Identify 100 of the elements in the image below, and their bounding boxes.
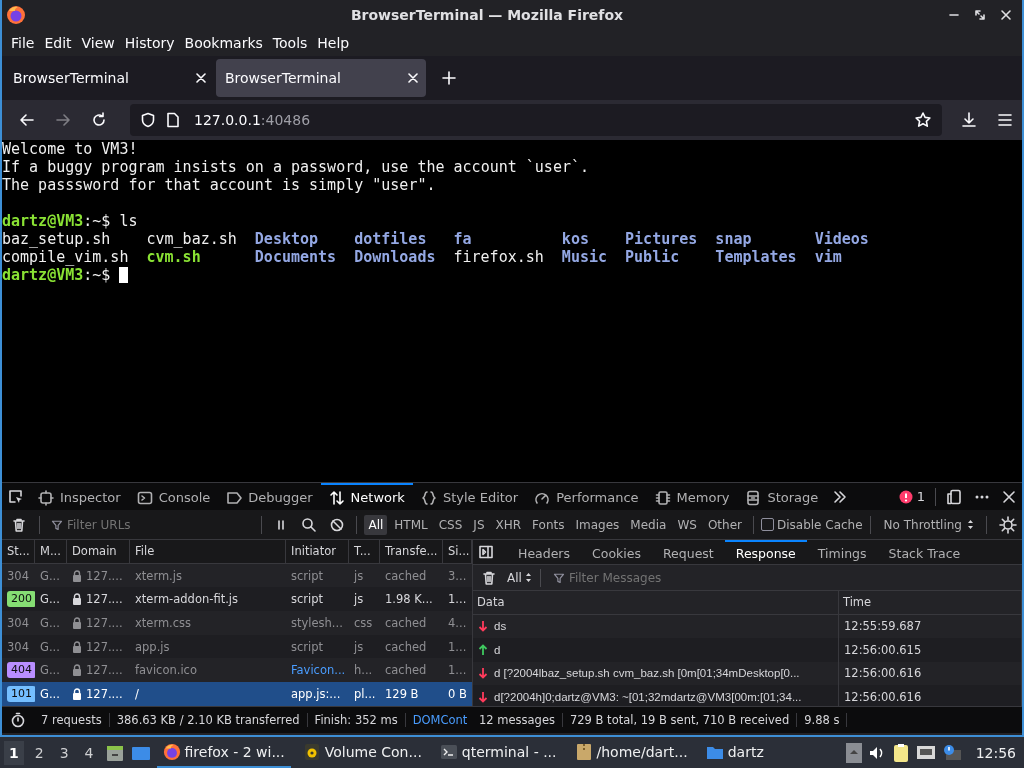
devtools-tab[interactable]: Performance — [526, 483, 647, 510]
error-count[interactable]: 1 — [892, 489, 931, 504]
column-header[interactable]: Time — [839, 591, 1022, 615]
trash-icon[interactable] — [11, 516, 27, 533]
menu-item[interactable]: Tools — [267, 35, 313, 51]
terminal-screen[interactable] — [2, 140, 1022, 482]
taskbar-task[interactable]: /home/dart... — [568, 737, 694, 768]
filter-icon — [51, 518, 63, 531]
disable-cache-checkbox[interactable]: Disable Cache — [760, 517, 863, 532]
element-picker-icon[interactable] — [8, 488, 24, 505]
firefox-icon[interactable] — [162, 742, 181, 761]
devtools-tab[interactable]: Debugger — [218, 483, 321, 510]
clipboard-icon[interactable] — [891, 742, 910, 763]
menu-item[interactable]: View — [76, 35, 120, 51]
message-type-select[interactable]: All — [507, 570, 532, 585]
method-cell: G... — [40, 615, 60, 630]
column-header[interactable]: Data — [473, 591, 839, 615]
close-icon[interactable] — [1000, 9, 1012, 21]
taskbar-task[interactable]: dartz — [699, 737, 770, 768]
reload-icon[interactable] — [90, 111, 108, 129]
type-filter-button[interactable]: All — [364, 514, 388, 535]
filter-field[interactable]: Filter URLs — [67, 517, 251, 532]
search-icon[interactable] — [301, 516, 318, 533]
column-header[interactable]: Domain — [67, 540, 130, 564]
detail-tab[interactable]: Stack Trace — [877, 540, 972, 564]
browser-tab[interactable]: BrowserTerminal — [216, 59, 426, 97]
column-header[interactable]: M... — [35, 540, 67, 564]
workspace-button[interactable]: 3 — [54, 740, 74, 765]
new-tab-icon[interactable] — [442, 71, 456, 85]
taskbar-task[interactable]: firefox - 2 wi... — [156, 737, 291, 768]
transferred-cell: cached — [385, 663, 427, 678]
workspace-button[interactable]: 1 — [4, 740, 24, 765]
type-filter-button[interactable]: Media — [626, 514, 671, 535]
detail-tab[interactable]: Headers — [507, 540, 582, 564]
type-filter-button[interactable]: WS — [673, 514, 701, 535]
menu-item[interactable]: File — [6, 35, 40, 51]
panel-toggle-icon[interactable] — [479, 545, 493, 559]
star-icon[interactable] — [914, 111, 932, 129]
menu-item[interactable]: History — [119, 35, 180, 51]
stopwatch-icon[interactable] — [10, 712, 26, 728]
column-header[interactable]: File — [130, 540, 286, 564]
back-icon[interactable] — [18, 111, 36, 129]
column-header[interactable]: St... — [2, 540, 35, 564]
notification-icon[interactable] — [941, 743, 962, 762]
menu-item[interactable]: Edit — [39, 35, 77, 51]
status-text: 7 requests — [34, 713, 110, 727]
taskbar-task[interactable]: Volume Con... — [296, 737, 428, 768]
type-filter-button[interactable]: CSS — [434, 514, 467, 535]
type-cell: js — [354, 639, 364, 654]
initiator-cell: script — [291, 568, 324, 583]
file-name: firefox.sh — [453, 248, 545, 266]
devtools-tab[interactable]: Console — [128, 483, 219, 510]
throttling-select[interactable]: No Throttling — [883, 517, 962, 532]
status-link[interactable]: DOMCont — [405, 713, 468, 727]
type-filter-button[interactable]: Other — [703, 514, 746, 535]
network-icon[interactable] — [915, 743, 936, 762]
column-header[interactable]: Initiator — [286, 540, 349, 564]
block-icon[interactable] — [330, 517, 345, 532]
detail-tab[interactable]: Response — [724, 540, 807, 564]
devtools-tab[interactable]: Storage — [737, 483, 827, 510]
firefox-logo[interactable] — [6, 5, 26, 25]
type-filter-button[interactable]: Fonts — [528, 514, 569, 535]
file-name: Videos — [814, 230, 870, 248]
workspace-button[interactable]: 2 — [29, 740, 49, 765]
detail-tab[interactable]: Cookies — [581, 540, 652, 564]
file-name: cvm_baz.sh — [146, 230, 238, 248]
responsive-icon[interactable] — [946, 488, 962, 505]
type-filter-button[interactable]: XHR — [491, 514, 526, 535]
workspace-button[interactable]: 4 — [79, 740, 99, 765]
menu-item[interactable]: Bookmarks — [179, 35, 268, 51]
close-icon[interactable] — [1002, 489, 1016, 504]
download-icon[interactable] — [960, 111, 978, 129]
status-code: 304 — [7, 639, 29, 654]
type-filter-button[interactable]: Images — [571, 514, 624, 535]
type-filter-button[interactable]: HTML — [390, 514, 432, 535]
chevrons-icon[interactable] — [832, 488, 849, 505]
type-filter-button[interactable]: JS — [469, 514, 489, 535]
menu-item[interactable]: Help — [312, 35, 355, 51]
restore-icon[interactable] — [974, 9, 986, 21]
browser-tab[interactable]: BrowserTerminal — [4, 59, 214, 97]
devtools-tab[interactable]: Memory — [646, 483, 738, 510]
tray-expand-icon[interactable] — [845, 742, 862, 763]
taskbar-task[interactable]: qterminal - ... — [433, 737, 563, 768]
column-header[interactable]: Si... — [443, 540, 472, 564]
menu-icon[interactable] — [996, 111, 1014, 129]
devtools-tab[interactable]: Style Editor — [412, 483, 527, 510]
prompt-user: dartz@VM3 — [2, 266, 84, 284]
clock-text[interactable]: 12:56 — [975, 744, 1016, 761]
settings-icon[interactable] — [999, 515, 1017, 534]
file-name: Music — [561, 248, 608, 266]
size-cell: 0 B — [448, 686, 467, 701]
address-bar[interactable]: 127.0.0.1:40486 — [130, 104, 942, 136]
trash-icon[interactable] — [481, 569, 497, 586]
column-header[interactable]: T... — [349, 540, 380, 564]
filter-field[interactable]: Filter Messages — [568, 570, 1018, 585]
column-header[interactable]: Transfe... — [380, 540, 443, 564]
devtools-tab[interactable]: Inspector — [30, 483, 129, 510]
detail-tab[interactable]: Request — [652, 540, 725, 564]
detail-tab[interactable]: Timings — [806, 540, 878, 564]
forward-icon[interactable] — [54, 111, 72, 129]
